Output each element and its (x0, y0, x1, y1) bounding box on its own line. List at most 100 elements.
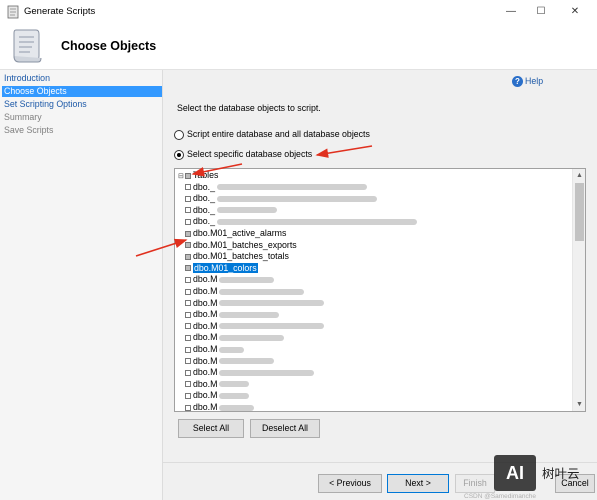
help-label[interactable]: Help (525, 76, 543, 86)
tree-node[interactable]: dbo.M01_batches_totals (185, 251, 289, 263)
scroll-thumb[interactable] (575, 183, 584, 241)
tree-node[interactable]: dbo.M (185, 298, 325, 310)
tree-node[interactable]: dbo.M (185, 367, 315, 379)
tree-node[interactable]: dbo._ (185, 182, 368, 194)
node-label[interactable]: dbo.M (193, 344, 217, 354)
node-label[interactable]: dbo.M (193, 286, 217, 296)
node-label[interactable]: dbo.M (193, 367, 217, 377)
tree-node[interactable]: dbo.M (185, 379, 250, 391)
collapse-icon[interactable]: ⊟ (178, 171, 184, 183)
tree-node[interactable]: dbo.M (185, 321, 325, 333)
node-checkbox[interactable] (185, 346, 191, 353)
node-checkbox[interactable] (185, 242, 191, 249)
node-label[interactable]: dbo._ (193, 193, 215, 203)
tree-node[interactable]: dbo.M (185, 309, 280, 321)
node-label[interactable]: dbo.M (193, 274, 217, 284)
node-checkbox[interactable] (185, 195, 191, 202)
scroll-up-arrow-icon[interactable]: ▲ (573, 169, 585, 182)
sidebar-item-set-scripting-options[interactable]: Set Scripting Options (2, 99, 162, 110)
node-checkbox[interactable] (185, 230, 191, 237)
tree-vertical-scrollbar[interactable]: ▲ ▼ (572, 169, 585, 411)
node-checkbox[interactable] (185, 288, 191, 295)
maximize-icon[interactable]: ☐ (524, 0, 558, 24)
radio-script-entire-database[interactable]: Script entire database and all database … (174, 128, 370, 140)
node-checkbox[interactable] (185, 300, 191, 307)
previous-button[interactable]: < Previous (318, 474, 382, 493)
next-button[interactable]: Next > (387, 474, 449, 493)
tree-node[interactable]: dbo.M (185, 274, 275, 286)
help-icon[interactable]: ? (512, 76, 523, 88)
tree-node[interactable]: dbo.M (185, 344, 245, 356)
select-all-button[interactable]: Select All (178, 419, 244, 438)
sidebar-item-introduction[interactable]: Introduction (2, 73, 162, 84)
node-checkbox[interactable] (185, 207, 191, 214)
node-checkbox[interactable] (185, 218, 191, 225)
node-label[interactable]: dbo.M (193, 356, 217, 366)
help-link[interactable]: ? Help (512, 74, 543, 88)
tree-root-label[interactable]: Tables (193, 170, 218, 180)
radio-specific-label[interactable]: Select specific database objects (187, 149, 312, 159)
tree-node[interactable]: dbo.M (185, 402, 255, 411)
tree-node[interactable]: dbo.M (185, 390, 250, 402)
radio-select-specific-objects[interactable]: Select specific database objects (174, 148, 312, 160)
wizard-header: Choose Objects (0, 24, 597, 70)
node-checkbox[interactable] (185, 334, 191, 341)
watermark-credit: CSDN @Samedimanche (464, 493, 536, 500)
sidebar-item-summary: Summary (4, 112, 42, 122)
node-checkbox[interactable] (185, 358, 191, 365)
node-label[interactable]: dbo._ (193, 182, 215, 192)
radio-entire-label[interactable]: Script entire database and all database … (187, 129, 370, 139)
tree-node[interactable]: dbo.M (185, 332, 285, 344)
tree-node[interactable]: dbo.M (185, 286, 305, 298)
node-label[interactable]: dbo.M (193, 309, 217, 319)
node-label[interactable]: dbo.M01_batches_exports (193, 240, 297, 250)
node-checkbox[interactable] (185, 381, 191, 388)
tree-node[interactable]: dbo.M01_colors (185, 262, 258, 275)
node-label[interactable]: dbo.M (193, 379, 217, 389)
tree-node[interactable]: dbo.M01_active_alarms (185, 228, 286, 240)
redacted-name-blur (217, 195, 378, 202)
node-label[interactable]: dbo.M01_colors (193, 262, 258, 273)
object-tree[interactable]: ⊟ Tables dbo._ dbo._ dbo._ dbo._ dbo.M01_acti… (174, 168, 586, 412)
tree-node[interactable]: dbo.M (185, 356, 275, 368)
node-checkbox[interactable] (185, 253, 191, 260)
redacted-name-blur (219, 369, 315, 376)
tree-node[interactable]: dbo._ (185, 205, 278, 217)
node-checkbox[interactable] (185, 404, 191, 411)
redacted-name-blur (219, 381, 250, 388)
node-label[interactable]: dbo._ (193, 216, 215, 226)
tables-checkbox[interactable] (185, 172, 191, 179)
node-checkbox[interactable] (185, 323, 191, 330)
tree-node[interactable]: dbo._ (185, 216, 418, 228)
node-checkbox[interactable] (185, 184, 191, 191)
node-label[interactable]: dbo.M (193, 390, 217, 400)
finish-button: Finish (455, 474, 495, 493)
node-label[interactable]: dbo.M01_batches_totals (193, 251, 289, 261)
close-icon[interactable]: ✕ (558, 0, 592, 24)
sidebar-item-choose-objects[interactable]: Choose Objects (2, 86, 162, 97)
node-label[interactable]: dbo.M (193, 332, 217, 342)
tree-root-tables[interactable]: ⊟ Tables (178, 170, 218, 182)
node-label[interactable]: dbo.M01_active_alarms (193, 228, 286, 238)
node-checkbox[interactable] (185, 276, 191, 283)
app-icon (7, 5, 19, 19)
node-label[interactable]: dbo.M (193, 298, 217, 308)
scroll-down-arrow-icon[interactable]: ▼ (573, 398, 585, 411)
node-checkbox[interactable] (185, 311, 191, 318)
node-checkbox[interactable] (185, 369, 191, 376)
sidebar-item-save-scripts: Save Scripts (4, 125, 54, 135)
minimize-icon[interactable]: — (494, 0, 528, 24)
radio-circle-selected[interactable] (174, 149, 184, 160)
node-checkbox[interactable] (185, 265, 191, 272)
node-label[interactable]: dbo.M (193, 321, 217, 331)
redacted-name-blur (219, 323, 325, 330)
watermark-brand: 树叶云 (542, 467, 580, 481)
tree-node[interactable]: dbo.M01_batches_exports (185, 240, 297, 252)
node-checkbox[interactable] (185, 392, 191, 399)
tree-node[interactable]: dbo._ (185, 193, 378, 205)
radio-circle[interactable] (174, 129, 184, 140)
node-label[interactable]: dbo.M (193, 402, 217, 411)
deselect-all-button[interactable]: Deselect All (250, 419, 320, 438)
node-label[interactable]: dbo._ (193, 205, 215, 215)
redacted-name-blur (217, 207, 278, 214)
